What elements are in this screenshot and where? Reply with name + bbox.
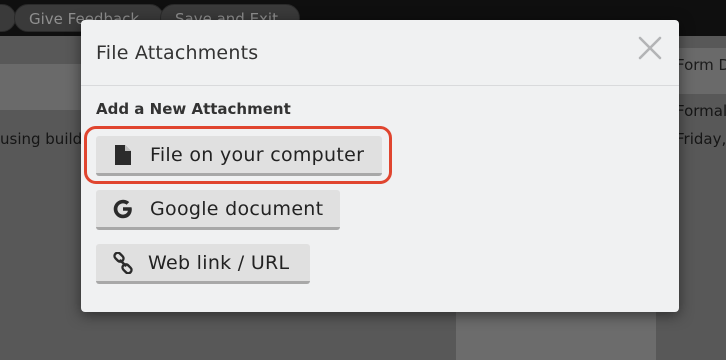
- section-label: Add a New Attachment: [96, 100, 291, 118]
- background-text-right-1: Formal: [676, 102, 726, 120]
- close-icon: [638, 36, 662, 60]
- background-header-strip-left: [0, 64, 86, 110]
- web-link-url-button[interactable]: Web link / URL: [96, 244, 310, 284]
- google-document-label: Google document: [150, 197, 324, 220]
- file-attachments-dialog: File Attachments Add a New Attachment Fi…: [81, 20, 679, 312]
- background-panel: [456, 312, 656, 360]
- file-on-computer-button[interactable]: File on your computer: [96, 136, 382, 176]
- dialog-header: File Attachments: [81, 20, 679, 86]
- file-on-computer-label: File on your computer: [150, 143, 365, 166]
- background-header-right: Form D: [676, 56, 726, 74]
- dialog-title: File Attachments: [96, 42, 259, 64]
- web-link-url-label: Web link / URL: [148, 251, 290, 274]
- close-button[interactable]: [637, 35, 663, 61]
- background-text-right-2: Friday,: [676, 130, 726, 148]
- link-icon: [112, 251, 134, 274]
- google-g-icon: [112, 198, 134, 220]
- file-icon: [112, 144, 134, 166]
- background-text-left: using build: [0, 130, 83, 148]
- google-document-button[interactable]: Google document: [96, 190, 340, 230]
